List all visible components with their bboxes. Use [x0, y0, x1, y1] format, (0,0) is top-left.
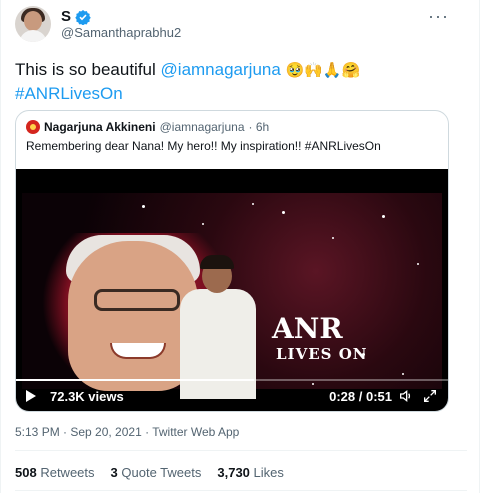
- fullscreen-icon[interactable]: [422, 388, 438, 404]
- author-name-row: S: [61, 8, 91, 25]
- divider: [15, 490, 467, 491]
- more-options-icon[interactable]: ···: [428, 6, 449, 27]
- quoted-time: · 6h: [248, 120, 270, 134]
- video-player[interactable]: ANR LIVES ON 72.3K views 0:28 / 0:51: [16, 169, 448, 411]
- quoted-avatar[interactable]: [26, 120, 40, 134]
- video-person: [172, 255, 264, 399]
- video-views: 72.3K views: [50, 388, 124, 404]
- hashtag-link[interactable]: #ANRLivesOn: [15, 84, 123, 103]
- quoted-display-name[interactable]: Nagarjuna Akkineni: [44, 120, 156, 134]
- retweets-count: 508: [15, 465, 37, 480]
- video-time: 0:28 / 0:51: [329, 388, 392, 404]
- quoted-tweet-text: Remembering dear Nana! My hero!! My insp…: [26, 139, 381, 153]
- likes-stat[interactable]: 3,730 Likes: [217, 465, 284, 480]
- tweet-text: This is so beautiful @iamnagarjuna 🥹🙌🙏🤗 …: [15, 58, 465, 105]
- quoted-handle[interactable]: @iamnagarjuna: [160, 120, 245, 134]
- quote-tweets-count: 3: [110, 465, 118, 480]
- tweet-stats: 508 Retweets 3 Quote Tweets 3,730 Likes: [15, 465, 284, 480]
- author-display-name[interactable]: S: [61, 8, 71, 25]
- emoji-group: 🥹🙌🙏🤗: [285, 62, 361, 79]
- tweet-timestamp[interactable]: 5:13 PM · Sep 20, 2021 · Twitter Web App: [15, 425, 239, 439]
- mention-link[interactable]: @iamnagarjuna: [161, 60, 281, 79]
- quoted-tweet-header: Nagarjuna Akkineni @iamnagarjuna · 6h: [26, 120, 269, 134]
- verified-badge-icon: [75, 9, 91, 25]
- retweets-label: Retweets: [40, 465, 95, 480]
- avatar[interactable]: [15, 6, 51, 42]
- retweets-stat[interactable]: 508 Retweets: [15, 465, 95, 480]
- video-controls: 72.3K views 0:28 / 0:51: [16, 381, 448, 411]
- quote-tweets-label: Quote Tweets: [121, 465, 202, 480]
- divider: [15, 450, 467, 451]
- volume-icon[interactable]: [398, 388, 414, 404]
- likes-count: 3,730: [217, 465, 250, 480]
- play-icon[interactable]: [26, 390, 36, 402]
- video-overlay-subtitle: LIVES ON: [276, 345, 368, 363]
- author-handle[interactable]: @Samanthaprabhu2: [61, 25, 181, 40]
- tweet-text-lead: This is so beautiful: [15, 60, 156, 79]
- tweet-card: S @Samanthaprabhu2 ··· This is so beauti…: [0, 0, 480, 493]
- quoted-tweet[interactable]: Nagarjuna Akkineni @iamnagarjuna · 6h Re…: [15, 110, 449, 412]
- quote-tweets-stat[interactable]: 3 Quote Tweets: [111, 465, 202, 480]
- likes-label: Likes: [253, 465, 284, 480]
- video-overlay-title: ANR: [272, 312, 343, 345]
- video-frame[interactable]: ANR LIVES ON: [22, 193, 442, 399]
